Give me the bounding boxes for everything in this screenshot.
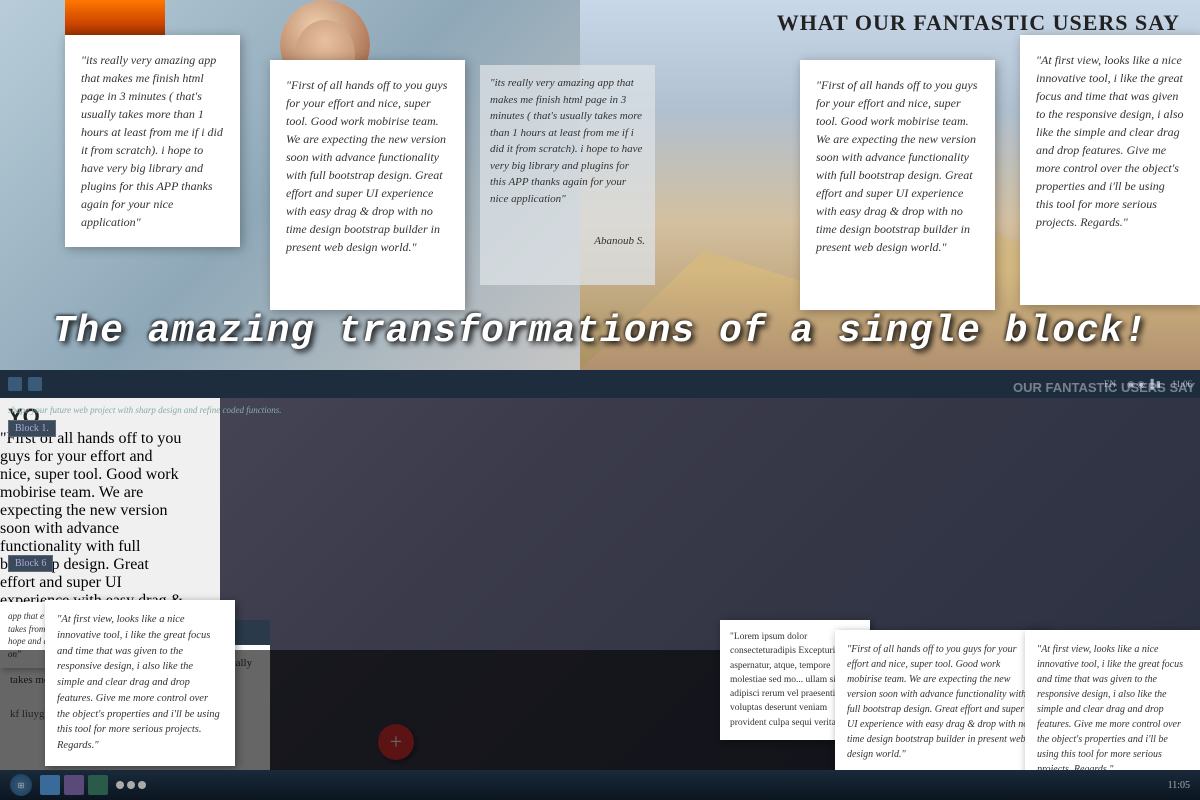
taskbar-clock: 11:05: [1168, 780, 1190, 791]
center-overlay-card: "its really very amazing app that makes …: [480, 65, 655, 285]
testimonial-card-5: "At first view, looks like a nice innova…: [1020, 35, 1200, 305]
background-text: OUR FANTASTIC USERS SAY: [1013, 380, 1195, 395]
mid-testimonial-text: "At first view, looks like a nice innova…: [57, 612, 223, 754]
testimonial-card-4: "First of all hands off to you guys for …: [800, 60, 995, 310]
system-icon-2: [127, 781, 135, 789]
center-overlay-text: "its really very amazing app that makes …: [480, 65, 655, 217]
system-icon-1: [116, 781, 124, 789]
app-topbar-btn-2: [28, 377, 42, 391]
system-icon-3: [138, 781, 146, 789]
testimonial-text-1: "its really very amazing app that makes …: [81, 51, 224, 231]
testimonial-card-2: "First of all hands off to you guys for …: [270, 60, 465, 310]
bottom-section: MOBIRISE GIVES YO "First of all hands of…: [0, 370, 1200, 800]
testimonial-text-2: "First of all hands off to you guys for …: [286, 76, 449, 256]
bottom-right-text-2: "At first view, looks like a nice innova…: [1037, 642, 1188, 777]
main-overlay-title: The amazing transformations of a single …: [0, 310, 1200, 353]
mid-testimonial-card: "At first view, looks like a nice innova…: [45, 600, 235, 766]
testimonial-text-4: "First of all hands off to you guys for …: [816, 76, 979, 256]
app-icon-1[interactable]: [40, 775, 60, 795]
app-icon-2[interactable]: [64, 775, 84, 795]
reviewer-name: Abanoub S.: [480, 223, 655, 260]
windows-start-btn[interactable]: ⊞: [10, 774, 32, 796]
windows-icon: ⊞: [18, 781, 25, 790]
testimonial-text-5: "At first view, looks like a nice innova…: [1036, 51, 1184, 231]
bottom-right-card-1: "First of all hands off to you guys for …: [835, 630, 1045, 774]
taskbar-apps: [40, 775, 108, 795]
global-taskbar: ⊞ 11:05: [0, 770, 1200, 800]
overlay-title-section: The amazing transformations of a single …: [0, 310, 1200, 353]
app-icon-3[interactable]: [88, 775, 108, 795]
app-topbar-btn-1: [8, 377, 22, 391]
block-label-6[interactable]: Block 6: [8, 555, 53, 572]
bottom-right-card-2: "At first view, looks like a nice innova…: [1025, 630, 1200, 789]
header-title: WHAT OUR FANTASTIC USERS SAY: [620, 10, 1180, 36]
bottom-right-text-1: "First of all hands off to you guys for …: [847, 642, 1033, 762]
app-subtitle: shape your future web project with sharp…: [8, 405, 281, 415]
testimonial-card-1: "its really very amazing app that makes …: [65, 35, 240, 247]
taskbar-system-icons: [116, 781, 146, 789]
block-label-1[interactable]: Block 1.: [8, 420, 56, 437]
